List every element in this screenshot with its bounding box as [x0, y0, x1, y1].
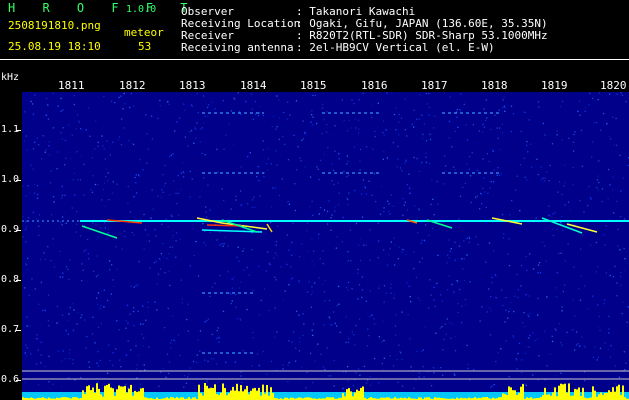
file-name: 2508191810.png — [8, 19, 101, 32]
y-unit-label: kHz — [1, 72, 20, 83]
date-time: 25.08.19 18:10 — [8, 40, 101, 53]
x-tick-label: 1812 — [119, 79, 146, 92]
x-tick-label: 1811 — [58, 79, 85, 92]
meteor-label: meteor — [124, 26, 164, 39]
meteor-count: 53 — [138, 40, 152, 53]
x-tick-label: 1819 — [541, 79, 568, 92]
y-tick-mark — [16, 280, 21, 281]
x-tick-label: 1817 — [421, 79, 448, 92]
x-tick-label: 1814 — [240, 79, 267, 92]
y-tick-mark — [16, 130, 21, 131]
header-divider — [0, 59, 629, 60]
app-version: 1.0.0 — [126, 4, 157, 15]
app-title: H R O F F T — [8, 1, 198, 15]
y-tick-mark — [16, 330, 21, 331]
antenna-value: : 2el-HB9CV Vertical (el. E-W) — [296, 41, 495, 54]
antenna-label: Receiving antenna — [181, 41, 294, 54]
x-tick-label: 1820 — [600, 79, 627, 92]
spectrogram-background — [22, 92, 629, 400]
y-tick-mark — [16, 230, 21, 231]
x-tick-label: 1818 — [481, 79, 508, 92]
spectrogram-window: { "header": { "app_name": "H R O F F T",… — [0, 0, 629, 400]
y-tick-mark — [16, 380, 21, 381]
x-tick-label: 1813 — [179, 79, 206, 92]
x-tick-label: 1815 — [300, 79, 327, 92]
spectrogram-plot — [22, 92, 629, 400]
y-tick-mark — [16, 180, 21, 181]
x-tick-label: 1816 — [361, 79, 388, 92]
